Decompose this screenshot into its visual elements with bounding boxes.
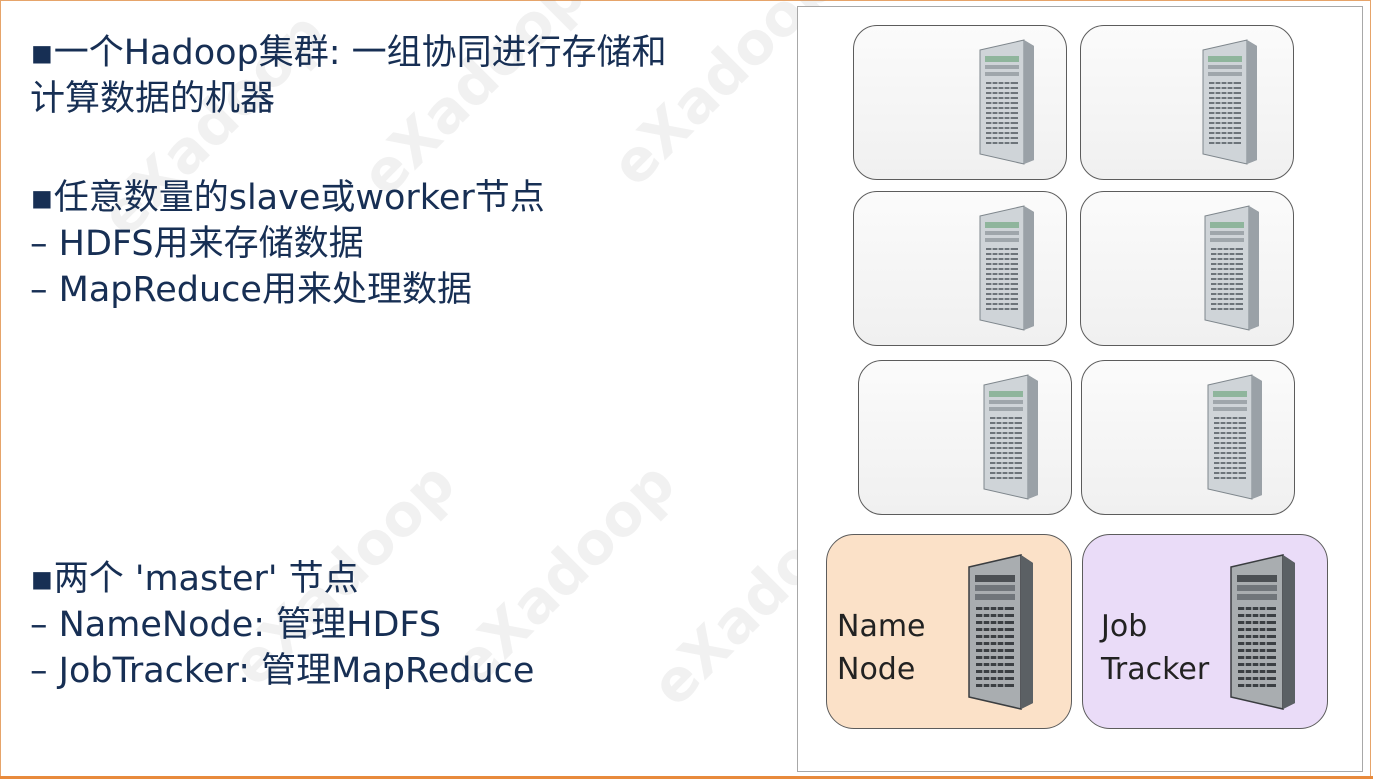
worker-node <box>1080 191 1294 346</box>
server-tower-icon <box>1195 36 1265 166</box>
label-line: Job <box>1101 609 1148 644</box>
worker-node <box>1081 360 1295 515</box>
text-line: – JobTracker: 管理MapReduce <box>30 651 535 691</box>
worker-node <box>1080 25 1294 180</box>
server-tower-icon <box>1223 551 1303 711</box>
text-line: – MapReduce用来处理数据 <box>30 270 472 310</box>
job-tracker-label: Job Tracker <box>1101 605 1209 691</box>
text-line: – NameNode: 管理HDFS <box>30 605 442 645</box>
server-tower-icon <box>961 551 1041 711</box>
label-line: Name <box>837 609 926 644</box>
server-tower-icon <box>972 36 1042 166</box>
label-line: Node <box>837 652 916 687</box>
worker-node <box>853 191 1067 346</box>
server-tower-icon <box>1200 371 1270 501</box>
worker-node <box>858 360 1072 515</box>
name-node-box: Name Node <box>826 534 1072 729</box>
text-line: – HDFS用来存储数据 <box>30 224 364 264</box>
text-line: ▪任意数量的slave或worker节点 <box>30 178 545 218</box>
cluster-description: ▪一个Hadoop集群: 一组协同进行存储和 计算数据的机器 <box>30 30 667 122</box>
name-node-label: Name Node <box>837 605 926 691</box>
cluster-diagram: Name Node Job Tracker <box>797 6 1363 772</box>
server-tower-icon <box>976 371 1046 501</box>
text-line: ▪两个 'master' 节点 <box>30 559 359 599</box>
server-tower-icon <box>972 202 1042 332</box>
master-description: ▪两个 'master' 节点 – NameNode: 管理HDFS – Job… <box>30 556 534 694</box>
server-tower-icon <box>1197 202 1267 332</box>
worker-description: ▪任意数量的slave或worker节点 – HDFS用来存储数据 – MapR… <box>30 175 545 313</box>
text-line: ▪一个Hadoop集群: 一组协同进行存储和 <box>30 33 667 73</box>
slide-bottom-accent-line <box>0 776 1373 779</box>
worker-node <box>853 25 1067 180</box>
label-line: Tracker <box>1101 652 1210 687</box>
job-tracker-box: Job Tracker <box>1082 534 1328 729</box>
text-line: 计算数据的机器 <box>30 79 276 119</box>
